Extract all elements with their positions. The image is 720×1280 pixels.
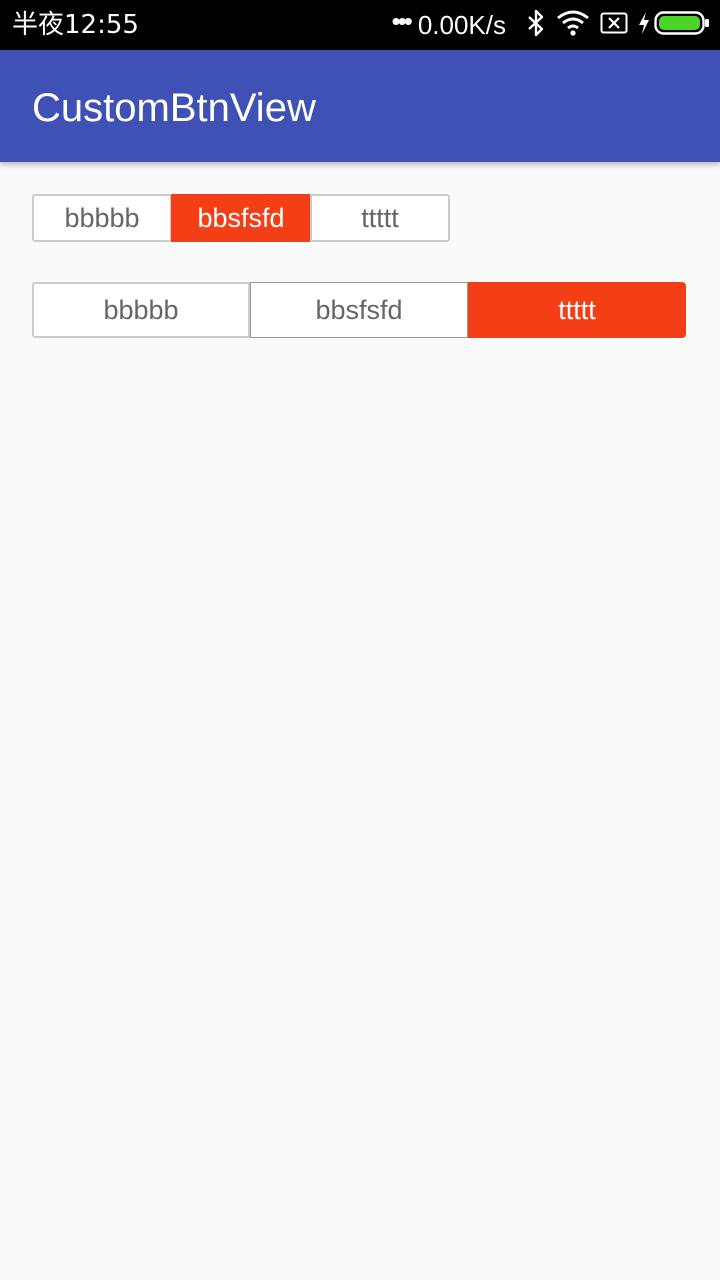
charging-icon: [638, 11, 650, 40]
status-icons: ••• 0.00K/s: [392, 6, 710, 42]
bluetooth-icon: [526, 9, 546, 42]
more-notifications-icon: •••: [391, 6, 413, 36]
segmented-control-small: bbbbb bbsfsfd ttttt: [32, 194, 452, 242]
app-title: CustomBtnView: [32, 86, 316, 130]
segment-bbsfsfd-button[interactable]: bbsfsfd: [250, 282, 468, 338]
battery-icon: [654, 10, 710, 41]
segment-ttttt-button[interactable]: ttttt: [310, 194, 450, 242]
segment-bbbbb-button[interactable]: bbbbb: [32, 194, 172, 242]
segment-bbsfsfd-button[interactable]: bbsfsfd: [171, 194, 311, 242]
segmented-control-wide: bbbbb bbsfsfd ttttt: [32, 282, 686, 338]
network-speed: 0.00K/s: [417, 10, 506, 40]
status-bar: 半夜12:55 ••• 0.00K/s: [0, 0, 720, 50]
segment-bbbbb-button[interactable]: bbbbb: [32, 282, 250, 338]
segment-ttttt-button[interactable]: ttttt: [468, 282, 686, 338]
app-bar: CustomBtnView: [0, 50, 720, 162]
wifi-icon: [556, 9, 590, 42]
sim-off-icon: [600, 11, 628, 40]
status-time: 半夜12:55: [12, 10, 139, 40]
